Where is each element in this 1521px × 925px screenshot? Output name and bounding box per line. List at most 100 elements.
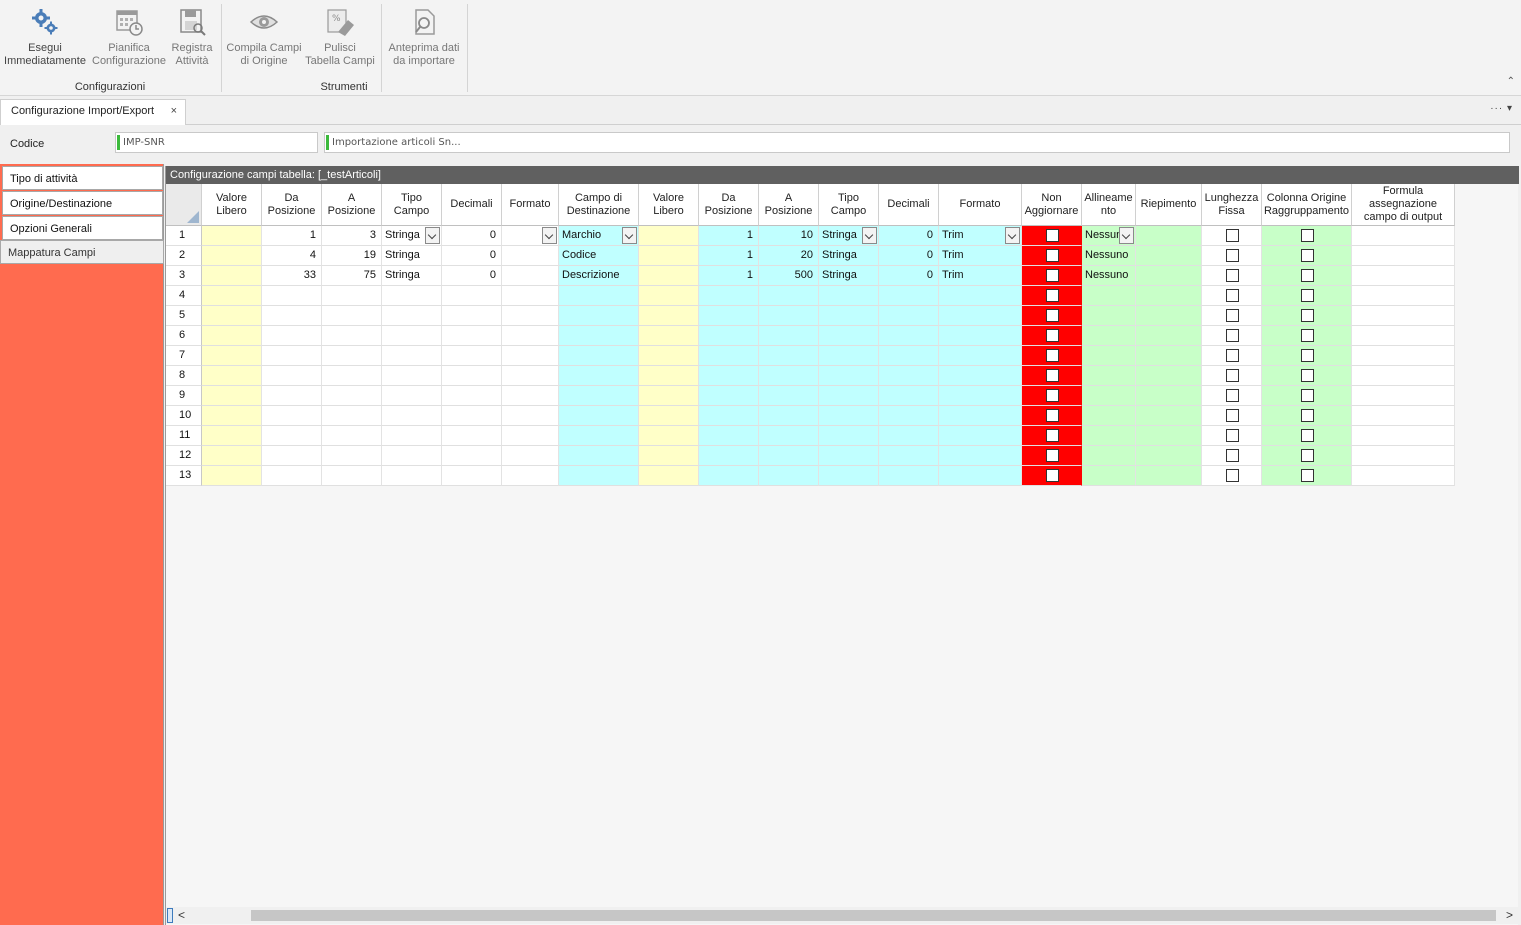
grid-cell[interactable] — [819, 326, 879, 346]
column-header[interactable]: A Posizione — [759, 184, 819, 226]
scroll-right-icon[interactable]: > — [1506, 908, 1513, 922]
grid-cell[interactable] — [559, 366, 639, 386]
grid-cell[interactable] — [639, 246, 699, 266]
nav-item-mappatura-campi[interactable]: Mappatura Campi — [0, 240, 164, 264]
grid-cell[interactable] — [262, 406, 322, 426]
grid-cell[interactable] — [1082, 326, 1136, 346]
column-header[interactable]: Lunghezza Fissa — [1202, 184, 1262, 226]
grid-cell[interactable] — [502, 386, 559, 406]
grid-cell[interactable] — [1082, 286, 1136, 306]
grid-cell[interactable] — [879, 346, 939, 366]
dropdown-arrow-icon[interactable] — [1005, 227, 1020, 244]
grid-cell[interactable] — [639, 366, 699, 386]
column-header[interactable]: Da Posizione — [699, 184, 759, 226]
grid-cell[interactable]: 1 — [699, 226, 759, 246]
grid-cell[interactable] — [699, 406, 759, 426]
grid-cell[interactable]: 19 — [322, 246, 382, 266]
grid-cell[interactable]: 0 — [879, 266, 939, 286]
scroll-left-icon[interactable]: < — [178, 908, 185, 922]
grid-cell[interactable] — [759, 366, 819, 386]
column-header[interactable]: Valore Libero — [639, 184, 699, 226]
grid-cell[interactable] — [1202, 226, 1262, 246]
column-header[interactable]: Formato — [939, 184, 1022, 226]
grid-cell[interactable] — [1022, 426, 1082, 446]
checkbox[interactable] — [1301, 269, 1314, 282]
grid-cell[interactable]: 1 — [699, 266, 759, 286]
grid-cell[interactable] — [639, 286, 699, 306]
grid-cell[interactable] — [202, 286, 262, 306]
grid-cell[interactable] — [1082, 366, 1136, 386]
grid-cell[interactable] — [559, 346, 639, 366]
grid-cell[interactable] — [759, 346, 819, 366]
checkbox[interactable] — [1226, 249, 1239, 262]
grid-cell[interactable] — [1352, 366, 1455, 386]
grid-cell[interactable] — [1022, 366, 1082, 386]
grid-cell[interactable] — [699, 386, 759, 406]
grid-cell[interactable] — [322, 466, 382, 486]
column-header[interactable]: Valore Libero — [202, 184, 262, 226]
horizontal-scrollbar[interactable]: < > — [166, 907, 1519, 924]
grid-cell[interactable] — [639, 266, 699, 286]
grid-cell[interactable] — [262, 346, 322, 366]
grid-cell[interactable] — [322, 426, 382, 446]
grid-cell[interactable] — [1352, 426, 1455, 446]
close-icon[interactable]: × — [171, 105, 177, 117]
grid-cell[interactable] — [262, 366, 322, 386]
column-header[interactable]: Tipo Campo — [819, 184, 879, 226]
pianifica-configurazione-button[interactable]: Pianifica Configurazione — [92, 6, 166, 68]
grid-cell[interactable] — [1202, 386, 1262, 406]
select-all-corner[interactable] — [166, 184, 202, 226]
grid-cell[interactable] — [442, 306, 502, 326]
checkbox[interactable] — [1046, 429, 1059, 442]
grid-cell[interactable] — [1352, 226, 1455, 246]
grid-cell[interactable] — [559, 326, 639, 346]
grid-cell[interactable] — [262, 466, 322, 486]
grid-cell[interactable]: 33 — [262, 266, 322, 286]
column-header[interactable]: Campo di Destinazione — [559, 184, 639, 226]
grid-cell[interactable] — [202, 346, 262, 366]
grid-cell[interactable] — [262, 306, 322, 326]
grid-cell[interactable] — [382, 426, 442, 446]
checkbox[interactable] — [1046, 269, 1059, 282]
description-field[interactable]: Importazione articoli Sn... — [324, 132, 1510, 153]
collapse-ribbon-icon[interactable]: ⌃ — [1507, 76, 1515, 87]
grid-cell[interactable] — [1262, 466, 1352, 486]
grid-cell[interactable] — [1202, 246, 1262, 266]
grid-cell[interactable] — [1136, 406, 1202, 426]
grid-cell[interactable] — [202, 426, 262, 446]
grid-cell[interactable] — [1262, 346, 1352, 366]
grid-cell[interactable]: Stringa — [382, 246, 442, 266]
grid-cell[interactable] — [1136, 266, 1202, 286]
codice-field[interactable]: IMP-SNR — [115, 132, 318, 153]
checkbox[interactable] — [1046, 289, 1059, 302]
grid-cell[interactable] — [502, 306, 559, 326]
grid-cell[interactable] — [1262, 326, 1352, 346]
grid-cell[interactable] — [879, 326, 939, 346]
checkbox[interactable] — [1046, 409, 1059, 422]
grid-cell[interactable] — [1202, 426, 1262, 446]
grid-cell[interactable] — [1022, 406, 1082, 426]
checkbox[interactable] — [1226, 469, 1239, 482]
grid-cell[interactable] — [879, 406, 939, 426]
grid-cell[interactable] — [1136, 426, 1202, 446]
checkbox[interactable] — [1226, 389, 1239, 402]
grid-cell[interactable] — [202, 406, 262, 426]
grid-cell[interactable] — [202, 446, 262, 466]
column-header[interactable]: A Posizione — [322, 184, 382, 226]
checkbox[interactable] — [1046, 229, 1059, 242]
grid-cell[interactable]: 1 — [262, 226, 322, 246]
grid-cell[interactable] — [759, 446, 819, 466]
grid-cell[interactable] — [1202, 366, 1262, 386]
checkbox[interactable] — [1301, 309, 1314, 322]
grid-cell[interactable] — [1022, 266, 1082, 286]
grid-cell[interactable] — [1136, 366, 1202, 386]
grid-cell[interactable] — [699, 286, 759, 306]
scroll-grip-handle[interactable] — [167, 908, 173, 923]
grid-cell[interactable] — [442, 446, 502, 466]
grid-cell[interactable] — [1202, 346, 1262, 366]
checkbox[interactable] — [1301, 389, 1314, 402]
grid-cell[interactable] — [502, 286, 559, 306]
grid-cell[interactable] — [1352, 286, 1455, 306]
grid-cell[interactable] — [759, 326, 819, 346]
grid-cell[interactable]: 0 — [442, 266, 502, 286]
